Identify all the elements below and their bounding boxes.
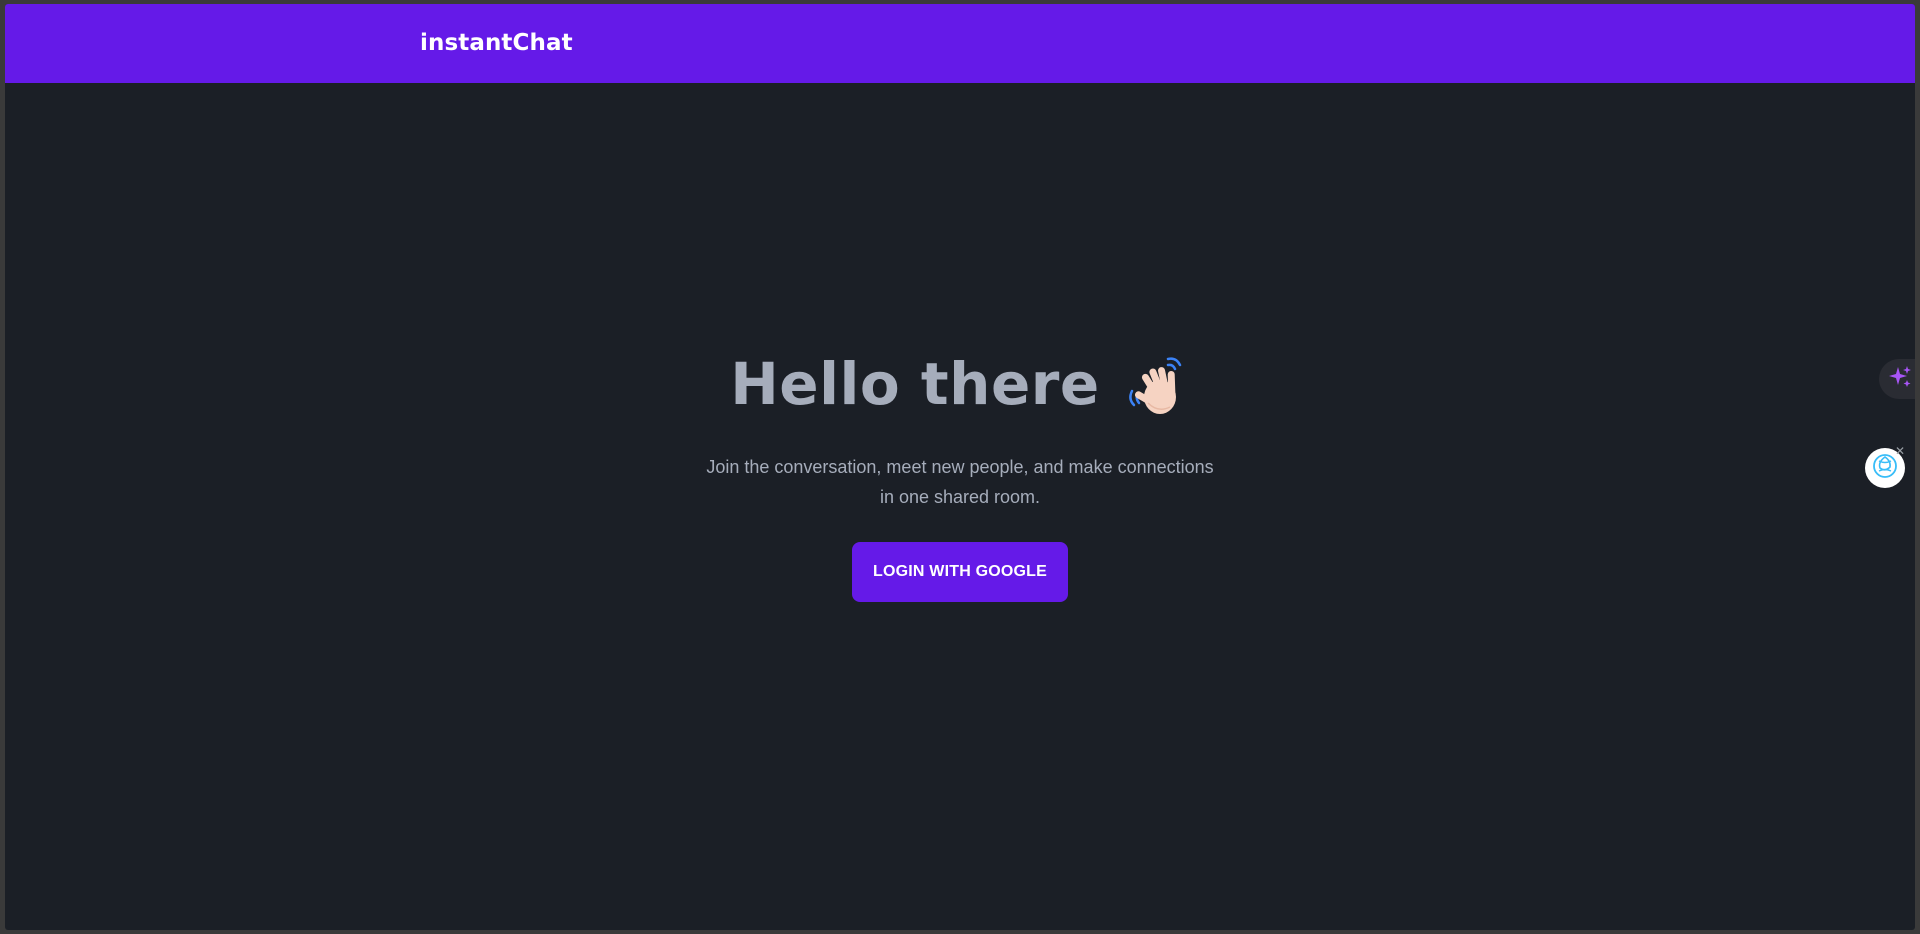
- hero-subtitle: Join the conversation, meet new people, …: [660, 452, 1260, 512]
- hero-subtitle-line1: Join the conversation, meet new people, …: [706, 457, 1214, 477]
- hero-subtitle-line2: in one shared room.: [879, 487, 1041, 507]
- sparkle-icon: [1887, 364, 1913, 394]
- hero-title-row: Hello there: [5, 344, 1915, 424]
- app-window: instantChat Hello there Join the convers…: [5, 4, 1915, 930]
- hero-section: Hello there Join the conversation, meet …: [5, 344, 1915, 602]
- close-icon[interactable]: ✕: [1893, 444, 1907, 458]
- hero-title: Hello there: [730, 350, 1100, 418]
- brand-title[interactable]: instantChat: [420, 4, 573, 83]
- sparkle-widget[interactable]: [1879, 359, 1915, 399]
- chatgpt-widget[interactable]: ✕: [1865, 444, 1905, 488]
- login-with-google-button[interactable]: LOGIN WITH GOOGLE: [852, 542, 1068, 602]
- waving-hand-icon: [1124, 353, 1190, 419]
- navbar: instantChat: [5, 4, 1915, 83]
